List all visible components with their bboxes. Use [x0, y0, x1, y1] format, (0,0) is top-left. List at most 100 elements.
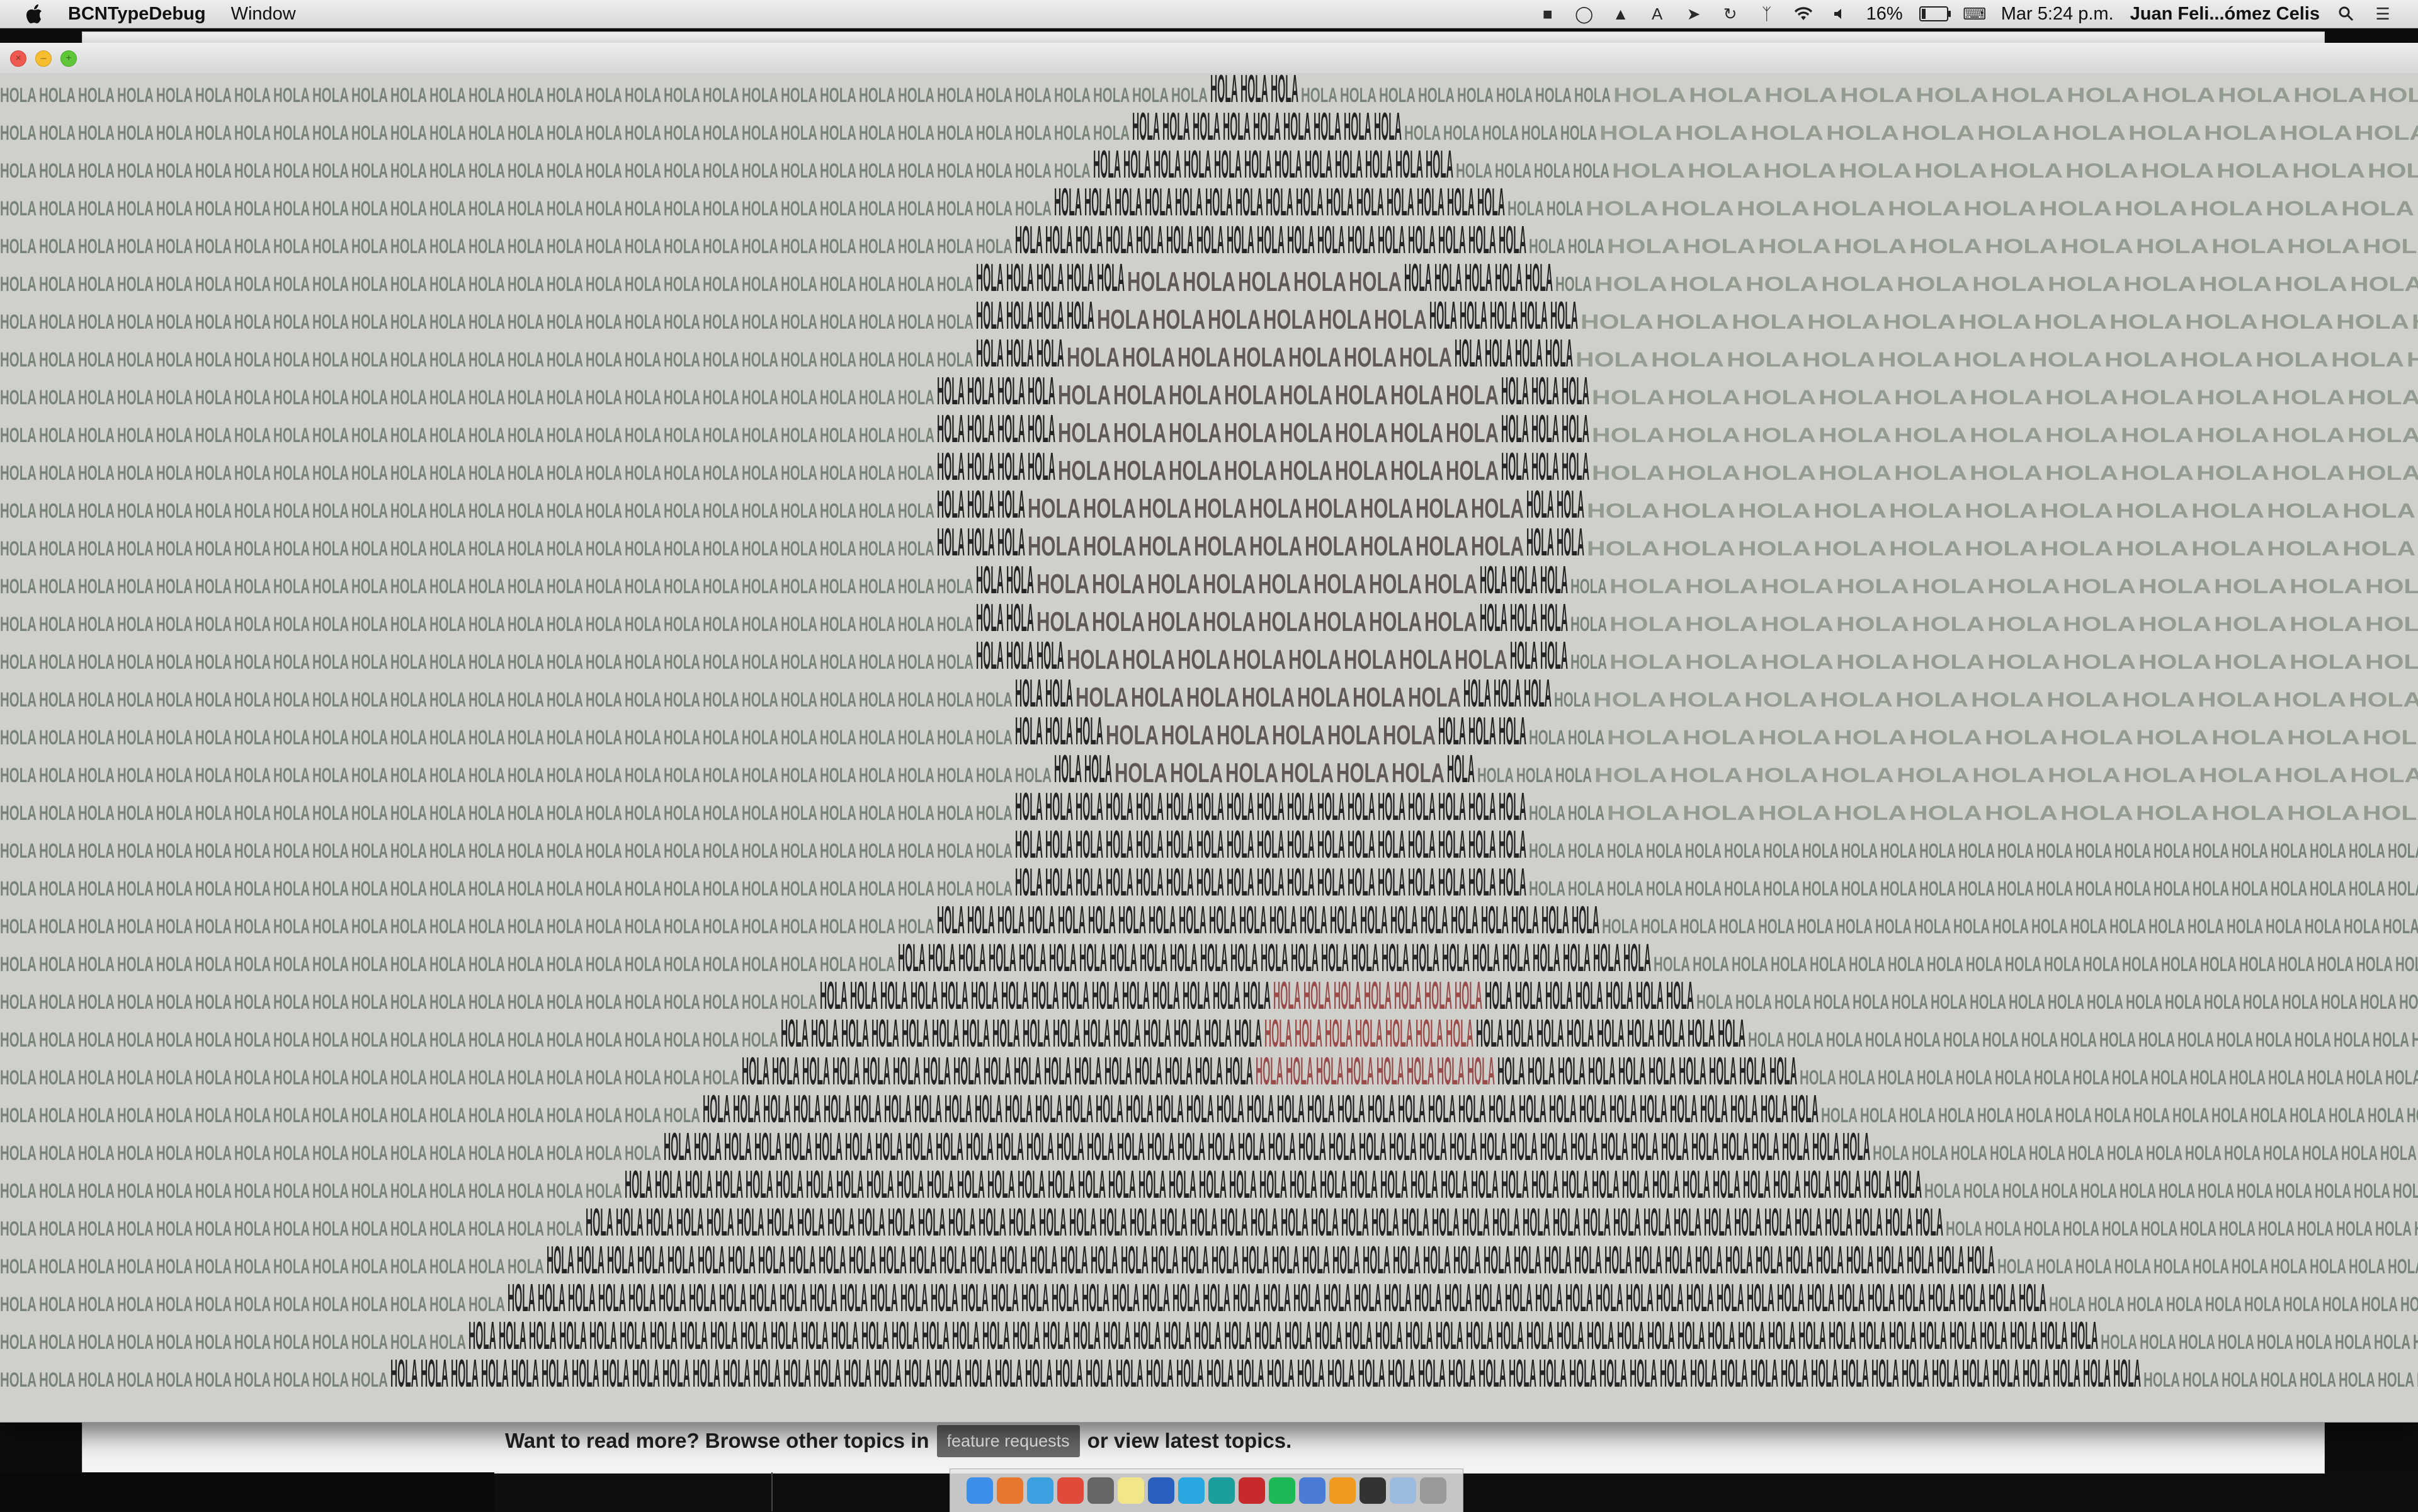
hola-glyph: HOLA: [234, 537, 271, 560]
hola-glyph: HOLA: [625, 1142, 661, 1164]
hola-glyph: HOLA: [879, 1239, 907, 1282]
illustrator-icon[interactable]: [1329, 1477, 1356, 1504]
notification-center-icon[interactable]: ☰: [2373, 4, 2393, 24]
hola-glyph: HOLA: [1432, 1201, 1460, 1244]
window-menu[interactable]: Window: [231, 4, 296, 25]
bluetooth-icon[interactable]: ᛉ: [1757, 4, 1777, 24]
wifi-icon[interactable]: [1793, 4, 1813, 24]
hola-glyph: HOLA: [1661, 1125, 1689, 1169]
trash-icon[interactable]: [1420, 1477, 1446, 1504]
hola-glyph: HOLA: [1126, 1088, 1154, 1131]
typographic-portrait-canvas[interactable]: HOLA HOLA HOLA HOLA HOLA HOLA HOLA HOLA HOLA HOLA…: [0, 73, 2418, 1389]
apple-menu-icon[interactable]: [24, 3, 45, 25]
hola-glyph: HOLA: [664, 235, 700, 258]
hola-glyph: HOLA: [1293, 1276, 1321, 1320]
hola-glyph: HOLA: [742, 613, 778, 635]
user-menu[interactable]: Juan Feli...ómez Celis: [2130, 4, 2320, 25]
osx-icon[interactable]: [1359, 1477, 1386, 1504]
hola-glyph: HOLA: [78, 802, 115, 824]
hola-glyph: HOLA: [859, 84, 895, 106]
spotify-icon[interactable]: [1269, 1477, 1295, 1504]
arduino-icon[interactable]: [1208, 1477, 1235, 1504]
hola-glyph: HOLA: [2363, 802, 2418, 824]
footer-suffix-link[interactable]: or view latest topics.: [1087, 1429, 1292, 1453]
keyboard-input-icon[interactable]: ⌨: [1963, 4, 1987, 24]
hola-glyph: HOLA: [703, 348, 739, 371]
hola-glyph: HOLA: [1348, 861, 1375, 904]
hola-glyph: HOLA: [1438, 823, 1466, 867]
folder-icon[interactable]: [1390, 1477, 1416, 1504]
hola-glyph: HOLA: [1013, 1314, 1040, 1358]
adobe-icon[interactable]: A: [1647, 4, 1667, 24]
battery-percentage[interactable]: 16%: [1866, 4, 1903, 25]
skype-icon[interactable]: [1178, 1477, 1205, 1504]
word-icon[interactable]: [1148, 1477, 1174, 1504]
hola-glyph: HOLA: [2321, 991, 2358, 1013]
hola-glyph: HOLA: [1495, 159, 1531, 182]
hola-glyph: HOLA: [2199, 764, 2272, 787]
firefox-icon[interactable]: [997, 1477, 1023, 1504]
app-name-menu[interactable]: BCNTypeDebug: [68, 4, 206, 25]
close-button[interactable]: ×: [10, 50, 26, 67]
hola-glyph: HOLA: [312, 688, 349, 711]
hola-glyph: HOLA: [1195, 1050, 1223, 1093]
hola-glyph: HOLA: [1651, 348, 1724, 371]
hola-glyph: HOLA: [195, 1331, 232, 1353]
hola-glyph: HOLA: [195, 197, 232, 220]
hola-glyph: HOLA: [1894, 1163, 1922, 1207]
notes-icon[interactable]: [1118, 1477, 1144, 1504]
hola-glyph: HOLA: [2136, 235, 2209, 258]
hola-glyph: HOLA: [2365, 613, 2418, 635]
hola-glyph: HOLA: [1725, 1239, 1753, 1282]
hola-glyph: HOLA: [586, 953, 622, 975]
hola-glyph: HOLA: [1320, 1163, 1348, 1207]
hola-glyph: HOLA: [429, 386, 466, 409]
hola-glyph: HOLA: [937, 613, 973, 635]
hola-glyph: HOLA: [2322, 1293, 2359, 1316]
volume-icon[interactable]: [1830, 4, 1850, 24]
battery-icon[interactable]: [1919, 6, 1951, 21]
dropbox-icon[interactable]: ■: [1538, 4, 1558, 24]
hola-glyph: HOLA: [664, 197, 700, 220]
hola-glyph: HOLA: [788, 1239, 816, 1282]
chrome-icon[interactable]: [1057, 1477, 1084, 1504]
spotlight-search-icon[interactable]: [2336, 4, 2356, 24]
hola-glyph: HOLA: [859, 802, 895, 824]
hola-glyph: HOLA: [1544, 1239, 1572, 1282]
hola-glyph: HOLA: [39, 1104, 76, 1127]
clock[interactable]: Mar 5:24 p.m.: [2001, 4, 2114, 25]
time-machine-icon[interactable]: ↻: [1720, 4, 1740, 24]
hola-glyph: HOLA: [1897, 764, 1970, 787]
safari-icon[interactable]: [1027, 1477, 1053, 1504]
hola-glyph: HOLA: [1613, 1201, 1641, 1244]
hola-glyph: HOLA: [2331, 348, 2404, 371]
minimize-button[interactable]: –: [35, 50, 52, 67]
hola-glyph: HOLA: [1113, 418, 1166, 448]
drive-icon[interactable]: ▲: [1611, 4, 1631, 24]
hola-glyph: HOLA: [78, 1179, 115, 1202]
hola-glyph: HOLA: [937, 84, 973, 106]
xcode-icon[interactable]: [1299, 1477, 1325, 1504]
hola-glyph: HOLA: [703, 575, 739, 598]
feature-requests-link[interactable]: feature requests: [936, 1424, 1080, 1457]
hola-glyph: HOLA: [351, 651, 388, 673]
finder-icon[interactable]: [967, 1477, 993, 1504]
hola-glyph: HOLA: [117, 991, 154, 1013]
hola-glyph: HOLA: [820, 726, 856, 749]
hola-glyph: HOLA: [586, 84, 622, 106]
hola-glyph: HOLA: [312, 1066, 349, 1089]
hola-glyph: HOLA: [1190, 1201, 1218, 1244]
creative-cloud-icon[interactable]: ◯: [1574, 4, 1594, 24]
location-icon[interactable]: ➤: [1684, 4, 1704, 24]
zoom-button[interactable]: +: [60, 50, 77, 67]
filezilla-icon[interactable]: [1239, 1477, 1265, 1504]
app-icon[interactable]: [1087, 1477, 1114, 1504]
hola-glyph: HOLA: [468, 726, 505, 749]
hola-glyph: HOLA: [156, 688, 193, 711]
hola-glyph: HOLA: [1445, 1276, 1472, 1320]
hola-glyph: HOLA: [547, 159, 583, 182]
hola-glyph: HOLA: [859, 651, 895, 673]
hola-glyph: HOLA: [2121, 424, 2194, 446]
window-titlebar[interactable]: × – +: [0, 43, 2418, 74]
hola-glyph: HOLA: [1390, 455, 1443, 486]
